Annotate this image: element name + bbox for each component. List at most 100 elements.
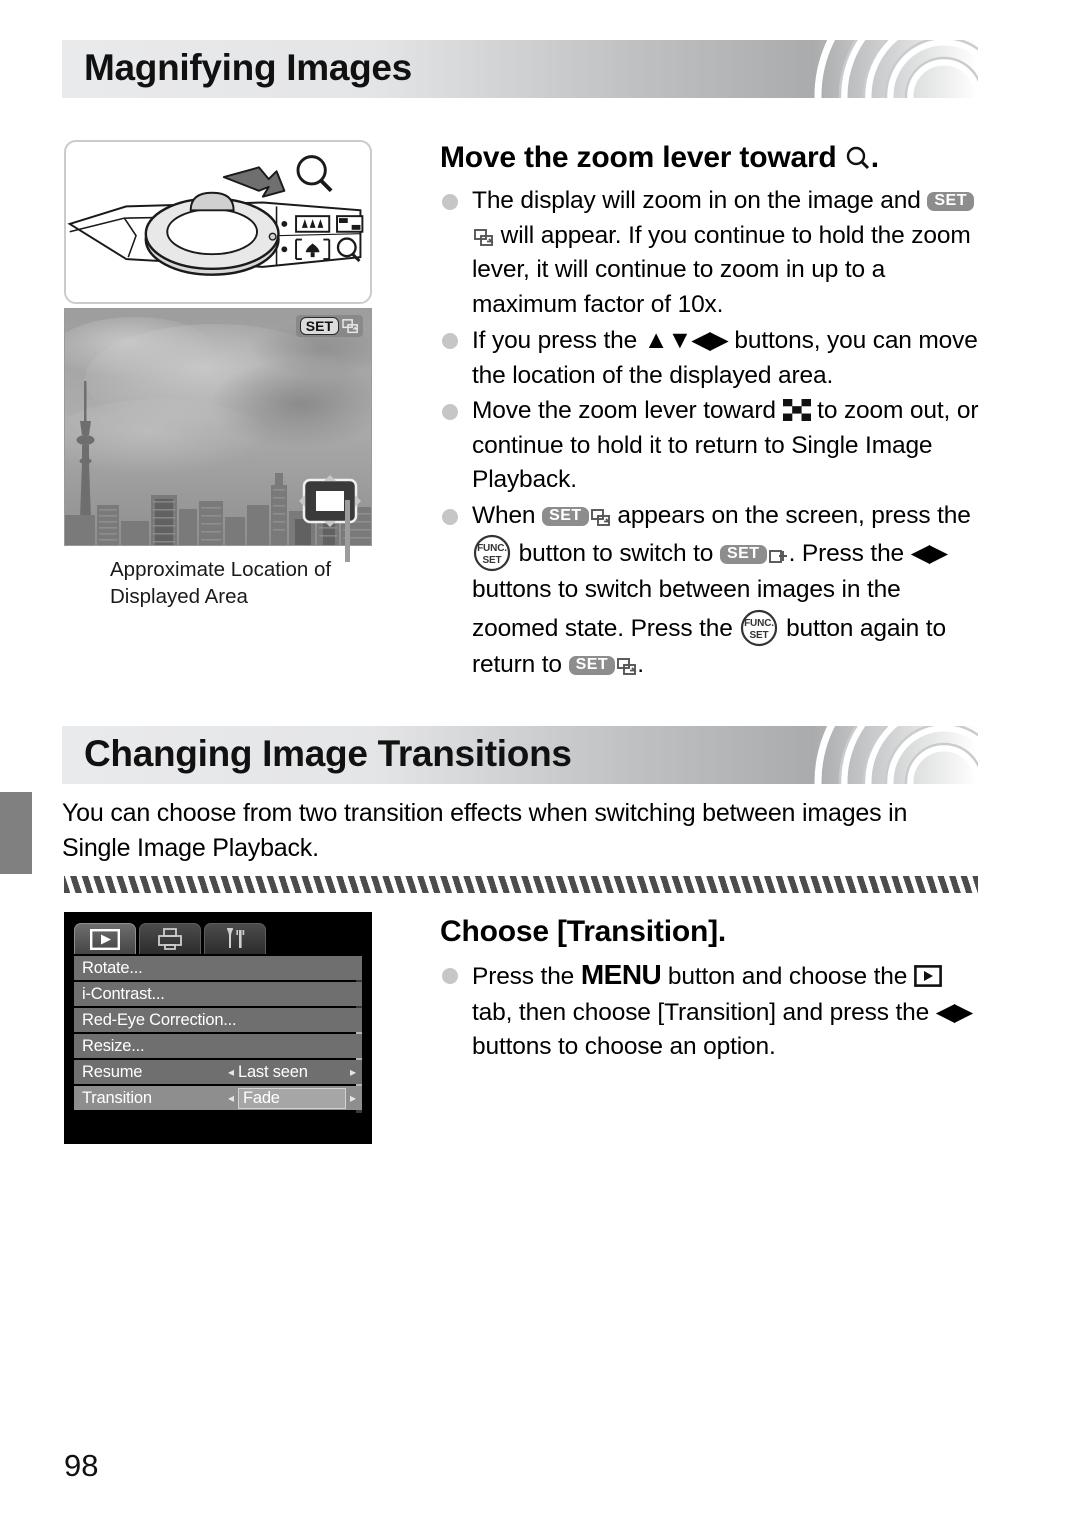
transitions-intro-paragraph: You can choose from two transition effec…: [62, 799, 908, 862]
zoomed-photo-screenshot: SET: [64, 308, 372, 546]
value-prev-arrow-icon[interactable]: ◂: [228, 1092, 234, 1104]
menu-row-label: i-Contrast...: [82, 984, 165, 1003]
func-set-button-icon: FUNC.SET: [473, 534, 511, 572]
func-set-button-icon: FUNC.SET: [741, 609, 778, 646]
swap-icon: [590, 508, 611, 526]
set-badge-label: SET: [299, 317, 339, 335]
bullet-text-1b: will appear. If you continue to hold the…: [472, 221, 971, 318]
bullet-text-1a: The display will zoom in on the image an…: [472, 187, 928, 214]
index-icon: [336, 215, 364, 233]
menu-row-transition[interactable]: Transition ◂ Fade ▸: [74, 1086, 362, 1110]
magnifier-icon: [296, 155, 333, 193]
svg-text:SET: SET: [750, 630, 769, 641]
jump-icon: [768, 550, 787, 563]
bullet-text-4g: .: [637, 650, 644, 678]
leftright-arrows-icon: ◀▶: [935, 997, 973, 1026]
camera-menu-screenshot: Rotate... i-Contrast... Red-Eye Correcti…: [64, 912, 372, 1144]
photo-caption: Approximate Location of Displayed Area: [110, 556, 400, 610]
value-prev-arrow-icon[interactable]: ◂: [228, 1066, 234, 1078]
zoom-lever-illustration: [64, 140, 372, 304]
menu-row-label: Transition: [82, 1088, 152, 1107]
menu-row-label: Red-Eye Correction...: [82, 1010, 237, 1029]
menu-row-value: Fade: [237, 1087, 346, 1109]
chapter-index-tab: [0, 792, 32, 874]
leftright-arrows-icon: ◀▶: [910, 539, 948, 567]
bullet-dot-icon: [442, 968, 458, 984]
swap-icon: [617, 657, 637, 675]
value-next-arrow-icon[interactable]: ▸: [350, 1092, 356, 1104]
menu-tab-bar: [74, 921, 362, 954]
bullet-text-4d: . Press the: [788, 540, 911, 567]
caption-line-2: Displayed Area: [110, 585, 248, 608]
bullet-zoom-out: Move the zoom lever toward to zoom out, …: [440, 394, 985, 498]
menu-row-list: Rotate... i-Contrast... Red-Eye Correcti…: [74, 956, 362, 1113]
set-badge-icon: SET: [927, 192, 974, 211]
menu-row-rotate[interactable]: Rotate...: [74, 956, 362, 980]
bullet-text-5c: tab, then choose [Transition] and press …: [472, 998, 936, 1026]
set-badge-icon: SET: [542, 506, 589, 526]
menu-row-resize[interactable]: Resize...: [74, 1034, 362, 1058]
section-header-transitions: Changing Image Transitions: [62, 726, 978, 784]
playback-tab-icon: [90, 928, 120, 950]
striped-divider: [64, 876, 978, 893]
svg-text:FUNC.: FUNC.: [477, 543, 507, 554]
magnifier-icon: [846, 146, 869, 170]
tab-playback[interactable]: [74, 923, 136, 954]
settings-tab-icon: [227, 928, 245, 948]
menu-row-red-eye-correction[interactable]: Red-Eye Correction...: [74, 1008, 362, 1032]
playback-tab-icon: [914, 965, 942, 987]
ripple-decoration-icon: [814, 726, 978, 784]
bullet-dot-icon: [442, 404, 458, 420]
bullet-zoom-in: The display will zoom in on the image an…: [440, 184, 985, 322]
bullet-text-4a: When: [472, 501, 543, 529]
menu-row-value: Last seen: [237, 1062, 308, 1081]
menu-row-resume[interactable]: Resume ◂ Last seen ▸: [74, 1060, 362, 1084]
bullet-switch-images: When SET appears on the screen, press th…: [440, 499, 985, 683]
ripple-decoration-icon: [814, 40, 978, 98]
menu-row-label: Resume: [82, 1062, 143, 1081]
transition-bullet-list: Press the MENU button and choose the tab…: [440, 958, 985, 1065]
page-title: Magnifying Images: [84, 47, 412, 89]
transition-instructions: Choose [Transition]. Press the MENU butt…: [440, 912, 985, 1066]
bullet-text-2a: If you press the: [472, 327, 644, 354]
tab-settings[interactable]: [204, 923, 266, 954]
set-badge-icon: SET: [568, 655, 616, 675]
bullet-dot-icon: [442, 508, 458, 525]
magnifying-instructions: Move the zoom lever toward . The display…: [440, 138, 985, 683]
print-tab-icon: [158, 928, 182, 950]
svg-text:FUNC.: FUNC.: [745, 618, 775, 629]
bullet-text-5a: Press the: [472, 963, 581, 990]
bullet-text-4c: button to switch to: [512, 540, 720, 567]
caption-line-1: Approximate Location of: [110, 558, 332, 581]
swap-icon: [474, 228, 494, 246]
menu-row-i-contrast[interactable]: i-Contrast...: [74, 982, 362, 1006]
bullet-move-area: If you press the ▲▼◀▶ buttons, you can m…: [440, 323, 985, 393]
page-number: 98: [64, 1448, 99, 1483]
swap-icon: [342, 318, 358, 333]
step-title-text-post: .: [870, 141, 879, 174]
bullet-press-menu: Press the MENU button and choose the tab…: [440, 958, 985, 1065]
menu-button-label: MENU: [580, 959, 662, 990]
bullet-text-3a: Move the zoom lever toward: [472, 397, 783, 424]
set-indicator-overlay: SET: [295, 315, 363, 337]
section-title-transitions: Changing Image Transitions: [84, 733, 572, 775]
arrow-right-icon: [222, 166, 286, 198]
index-checkerboard-icon: [782, 399, 811, 421]
svg-text:SET: SET: [483, 555, 502, 566]
step-title-text-pre: Move the zoom lever toward: [440, 141, 845, 174]
set-badge-icon: SET: [719, 545, 767, 564]
bullet-dot-icon: [442, 333, 458, 349]
caption-leader-line: [345, 500, 350, 562]
zoom-lever-drawing: [67, 155, 364, 276]
menu-row-value-group: ◂ Fade ▸: [228, 1087, 356, 1109]
section-header-magnifying: Magnifying Images: [62, 40, 978, 98]
bullet-text-4b: appears on the screen, press the: [610, 501, 971, 529]
bullet-text-5d: buttons to choose an option.: [472, 1033, 776, 1060]
menu-row-label: Resize...: [82, 1036, 145, 1055]
tab-print[interactable]: [139, 923, 201, 954]
step-title-move-zoom-lever: Move the zoom lever toward .: [440, 138, 985, 178]
value-next-arrow-icon[interactable]: ▸: [350, 1066, 356, 1078]
menu-row-value-group: ◂ Last seen ▸: [228, 1063, 356, 1082]
bullet-dot-icon: [442, 194, 458, 210]
displayed-area-indicator: [299, 475, 361, 527]
